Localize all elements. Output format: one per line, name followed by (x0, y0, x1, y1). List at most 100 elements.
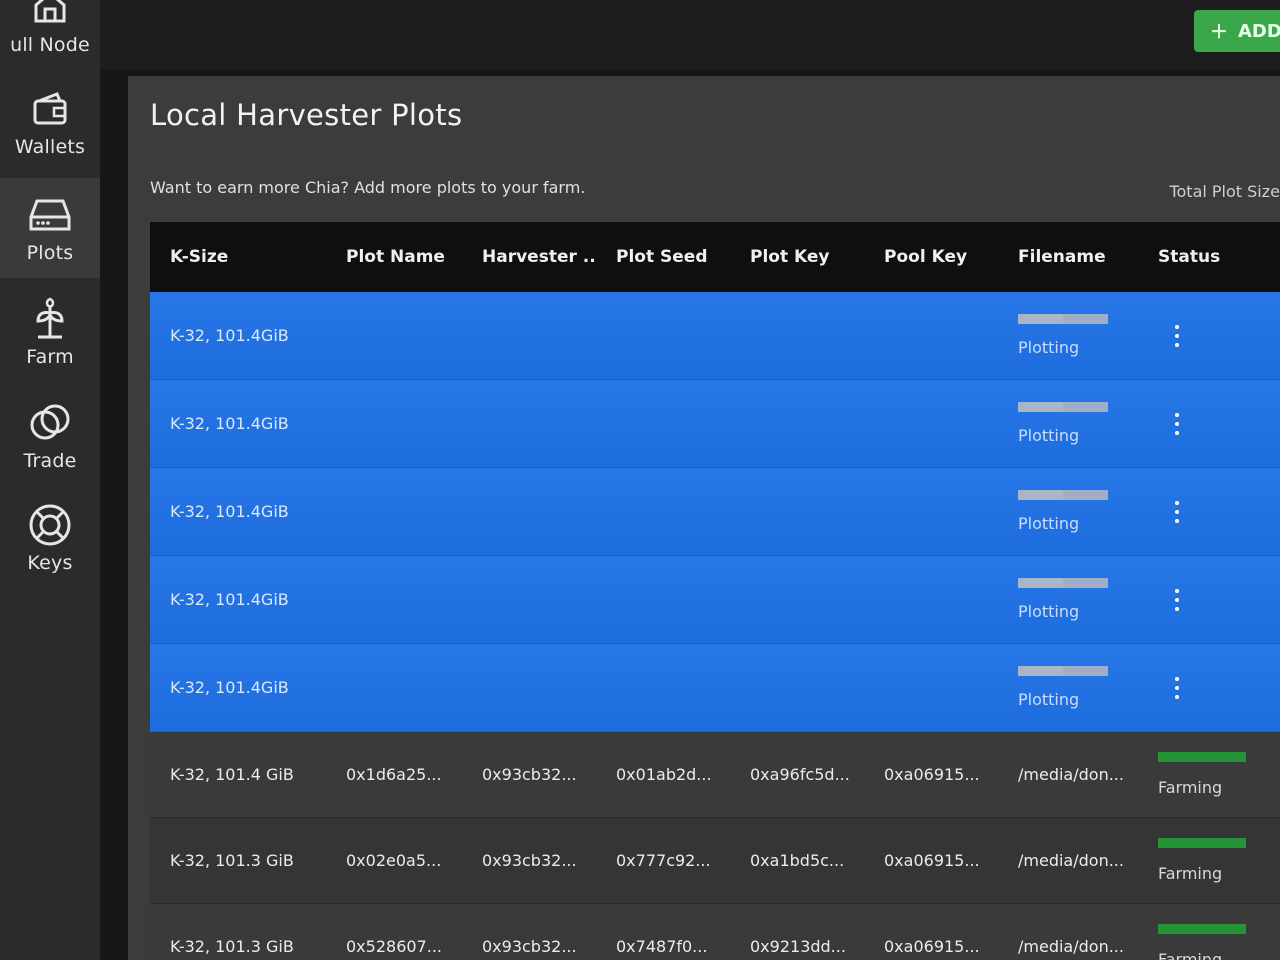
column-header-pool-key[interactable]: Pool Key (864, 247, 998, 267)
page-subtitle: Want to earn more Chia? Add more plots t… (150, 178, 586, 197)
sidebar-item-full-node[interactable]: ull Node (0, 0, 100, 70)
ksize-cell: K-32, 101.4 GiB (170, 765, 294, 784)
column-header-plot-key[interactable]: Plot Key (730, 247, 864, 267)
plot-progress-cell: Plotting (998, 314, 1138, 357)
status-badge: Farming (1158, 864, 1223, 883)
plot-key-cell: 0x9213dd... (750, 937, 846, 956)
ksize-cell: K-32, 101.4GiB (170, 678, 289, 697)
add-plot-button[interactable]: ＋ ADD (1194, 10, 1280, 52)
plot-progress-bar (1018, 666, 1108, 676)
trade-icon (27, 400, 73, 446)
add-button-label: ADD (1238, 20, 1280, 42)
more-options-icon[interactable] (1172, 589, 1182, 611)
more-options-icon[interactable] (1172, 677, 1182, 699)
table-row[interactable]: K-32, 101.3 GiB 0x02e0a5... 0x93cb32... … (150, 818, 1280, 904)
sidebar-item-label: Trade (23, 450, 77, 472)
plot-key-cell: 0xa1bd5c... (750, 851, 845, 870)
home-icon (27, 0, 73, 30)
status-badge: Farming (1158, 950, 1223, 960)
farming-status-bar (1158, 752, 1246, 762)
filename-cell: /media/don... (1018, 765, 1124, 784)
page-title: Local Harvester Plots (150, 98, 463, 132)
column-header-plot-name[interactable]: Plot Name (326, 247, 462, 267)
lifebuoy-icon (27, 502, 73, 548)
pool-key-cell: 0xa06915... (884, 765, 980, 784)
sidebar-item-farm[interactable]: Farm (0, 282, 100, 382)
table-row[interactable]: K-32, 101.4 GiB 0x1d6a25... 0x93cb32... … (150, 732, 1280, 818)
plot-status-text: Plotting (1018, 338, 1080, 357)
plus-icon: ＋ (1210, 22, 1228, 43)
sidebar-item-label: Keys (27, 552, 73, 574)
sidebar-item-keys[interactable]: Keys (0, 488, 100, 588)
status-badge: Farming (1158, 778, 1223, 797)
plotting-row[interactable]: K-32, 101.4GiB Plotting (150, 468, 1280, 556)
plot-seed-cell: 0x777c92... (616, 851, 711, 870)
plot-seed-cell: 0x01ab2d... (616, 765, 712, 784)
plotting-row[interactable]: K-32, 101.4GiB Plotting (150, 292, 1280, 380)
status-cell: Farming (1138, 752, 1280, 797)
sidebar-item-label: Plots (26, 242, 74, 264)
sidebar-item-wallets[interactable]: Wallets (0, 72, 100, 172)
filename-cell: /media/don... (1018, 851, 1124, 870)
more-options-icon[interactable] (1172, 413, 1182, 435)
plot-name-cell: 0x528607... (346, 937, 442, 956)
filename-cell: /media/don... (1018, 937, 1124, 956)
plot-progress-cell: Plotting (998, 490, 1138, 533)
column-header-harvester[interactable]: Harvester ... (462, 247, 596, 267)
table-header: K-Size Plot Name Harvester ... Plot Seed… (150, 222, 1280, 292)
plotting-row[interactable]: K-32, 101.4GiB Plotting (150, 380, 1280, 468)
hard-drive-icon (27, 192, 73, 238)
plotting-row[interactable]: K-32, 101.4GiB Plotting (150, 556, 1280, 644)
farming-status-bar (1158, 924, 1246, 934)
ksize-cell: K-32, 101.4GiB (170, 502, 289, 521)
plot-progress-bar (1018, 578, 1108, 588)
column-header-status[interactable]: Status (1138, 247, 1280, 267)
more-options-icon[interactable] (1172, 325, 1182, 347)
more-options-icon[interactable] (1172, 501, 1182, 523)
app-window: ull Node Wallets Plots Farm Trade Keys ＋… (0, 0, 1280, 960)
sprout-icon (27, 296, 73, 342)
sidebar: ull Node Wallets Plots Farm Trade Keys (0, 0, 101, 960)
column-header-ksize[interactable]: K-Size (150, 247, 326, 267)
harvester-cell: 0x93cb32... (482, 851, 577, 870)
harvester-cell: 0x93cb32... (482, 765, 577, 784)
ksize-cell: K-32, 101.4GiB (170, 590, 289, 609)
plot-status-text: Plotting (1018, 602, 1080, 621)
sidebar-item-plots[interactable]: Plots (0, 178, 100, 278)
plot-progress-cell: Plotting (998, 666, 1138, 709)
total-plot-size-label: Total Plot Size (1169, 182, 1280, 201)
sidebar-item-label: Wallets (14, 136, 86, 158)
plotting-row[interactable]: K-32, 101.4GiB Plotting (150, 644, 1280, 732)
pool-key-cell: 0xa06915... (884, 851, 980, 870)
sidebar-item-label: ull Node (10, 34, 90, 56)
pool-key-cell: 0xa06915... (884, 937, 980, 956)
plot-progress-cell: Plotting (998, 402, 1138, 445)
plot-key-cell: 0xa96fc5d... (750, 765, 850, 784)
top-bar: ＋ ADD (100, 0, 1280, 70)
plot-seed-cell: 0x7487f0... (616, 937, 708, 956)
plots-table: K-Size Plot Name Harvester ... Plot Seed… (150, 222, 1280, 960)
ksize-cell: K-32, 101.3 GiB (170, 851, 294, 870)
plot-name-cell: 0x02e0a5... (346, 851, 442, 870)
ksize-cell: K-32, 101.4GiB (170, 326, 289, 345)
table-row[interactable]: K-32, 101.3 GiB 0x528607... 0x93cb32... … (150, 904, 1280, 960)
status-cell: Farming (1138, 838, 1280, 883)
column-header-filename[interactable]: Filename (998, 247, 1138, 267)
plot-progress-bar (1018, 314, 1108, 324)
ksize-cell: K-32, 101.4GiB (170, 414, 289, 433)
ksize-cell: K-32, 101.3 GiB (170, 937, 294, 956)
plot-status-text: Plotting (1018, 426, 1080, 445)
plot-status-text: Plotting (1018, 514, 1080, 533)
plot-progress-bar (1018, 402, 1108, 412)
plot-status-text: Plotting (1018, 690, 1080, 709)
harvester-cell: 0x93cb32... (482, 937, 577, 956)
wallet-icon (27, 86, 73, 132)
sidebar-item-label: Farm (26, 346, 74, 368)
plot-progress-cell: Plotting (998, 578, 1138, 621)
status-cell: Farming (1138, 924, 1280, 960)
plot-name-cell: 0x1d6a25... (346, 765, 442, 784)
plot-progress-bar (1018, 490, 1108, 500)
farming-status-bar (1158, 838, 1246, 848)
sidebar-item-trade[interactable]: Trade (0, 386, 100, 486)
column-header-plot-seed[interactable]: Plot Seed (596, 247, 730, 267)
